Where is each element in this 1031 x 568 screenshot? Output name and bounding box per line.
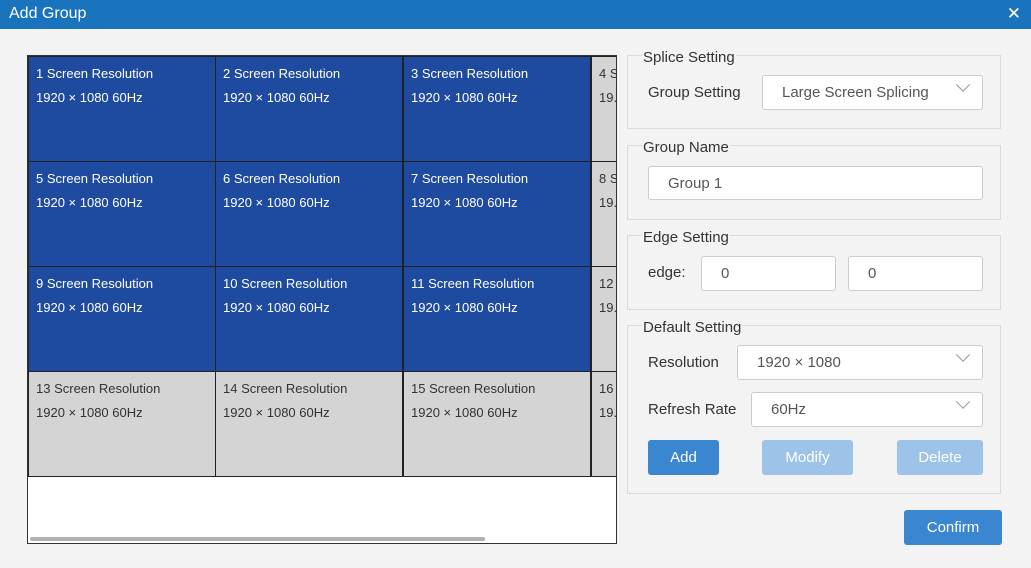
- screen-cell[interactable]: 8 S 19.: [591, 161, 617, 267]
- screen-cell-label: 6 Screen Resolution: [223, 171, 341, 186]
- screen-cell[interactable]: 14 Screen Resolution 1920 × 1080 60Hz: [215, 371, 403, 477]
- screen-cell[interactable]: 10 Screen Resolution 1920 × 1080 60Hz: [215, 266, 403, 372]
- screen-cell-label: 2 Screen Resolution: [223, 66, 341, 81]
- screen-cell-resolution: 1920 × 1080 60Hz: [36, 90, 143, 105]
- screen-cell-resolution: 1920 × 1080 60Hz: [411, 405, 518, 420]
- edge-setting-panel: Edge Setting edge: 0 0: [627, 229, 1001, 310]
- add-button[interactable]: Add: [648, 440, 719, 475]
- resolution-select[interactable]: 1920 × 1080: [737, 345, 983, 380]
- modify-button[interactable]: Modify: [762, 440, 853, 475]
- edge-label: edge:: [648, 264, 686, 281]
- screen-cell-resolution: 19.: [599, 90, 617, 105]
- screen-cell-label: 8 S: [599, 171, 617, 186]
- screen-cell[interactable]: 6 Screen Resolution 1920 × 1080 60Hz: [215, 161, 403, 267]
- screen-cell-label: 7 Screen Resolution: [411, 171, 529, 186]
- screen-cell-label: 14 Screen Resolution: [223, 381, 348, 396]
- screen-cell-resolution: 1920 × 1080 60Hz: [223, 405, 330, 420]
- chevron-down-icon: [955, 77, 971, 92]
- screen-cell[interactable]: 7 Screen Resolution 1920 × 1080 60Hz: [403, 161, 591, 267]
- default-setting-panel: Default Setting Resolution 1920 × 1080 R…: [627, 319, 1001, 494]
- refresh-rate-value: 60Hz: [771, 401, 807, 418]
- edge-setting-legend: Edge Setting: [642, 229, 730, 246]
- screen-cell-resolution: 1920 × 1080 60Hz: [36, 405, 143, 420]
- screen-cell-label: 13 Screen Resolution: [36, 381, 161, 396]
- confirm-button[interactable]: Confirm: [904, 510, 1002, 545]
- default-setting-legend: Default Setting: [642, 319, 743, 336]
- screen-cell-resolution: 19.: [599, 195, 617, 210]
- screen-cell[interactable]: 5 Screen Resolution 1920 × 1080 60Hz: [28, 161, 216, 267]
- screen-cell-label: 9 Screen Resolution: [36, 276, 154, 291]
- screen-cell[interactable]: 15 Screen Resolution 1920 × 1080 60Hz: [403, 371, 591, 477]
- screen-cell[interactable]: 1 Screen Resolution 1920 × 1080 60Hz: [28, 56, 216, 162]
- splice-setting-legend: Splice Setting: [642, 49, 736, 66]
- close-icon[interactable]: ✕: [1007, 4, 1021, 24]
- screen-cell-label: 3 Screen Resolution: [411, 66, 529, 81]
- group-setting-label: Group Setting: [648, 84, 741, 101]
- group-name-input[interactable]: Group 1: [648, 166, 983, 200]
- screen-cell[interactable]: 9 Screen Resolution 1920 × 1080 60Hz: [28, 266, 216, 372]
- group-name-panel: Group Name Group 1: [627, 139, 1001, 220]
- screen-cell-label: 12: [599, 276, 614, 291]
- edge-value-1: 0: [721, 265, 730, 282]
- screen-cell-resolution: 1920 × 1080 60Hz: [223, 300, 330, 315]
- screen-cell-label: 5 Screen Resolution: [36, 171, 154, 186]
- refresh-rate-label: Refresh Rate: [648, 401, 737, 418]
- screen-cell-label: 10 Screen Resolution: [223, 276, 348, 291]
- chevron-down-icon: [955, 394, 971, 409]
- dialog-titlebar: Add Group ✕: [0, 0, 1031, 29]
- screen-cell[interactable]: 12 19.: [591, 266, 617, 372]
- edge-input-2[interactable]: 0: [848, 256, 983, 291]
- screen-cell-label: 1 Screen Resolution: [36, 66, 154, 81]
- edge-input-1[interactable]: 0: [701, 256, 836, 291]
- screen-cell-resolution: 1920 × 1080 60Hz: [223, 195, 330, 210]
- resolution-value: 1920 × 1080: [757, 354, 841, 371]
- screen-cell[interactable]: 13 Screen Resolution 1920 × 1080 60Hz: [28, 371, 216, 477]
- screen-cell-resolution: 1920 × 1080 60Hz: [36, 195, 143, 210]
- screen-cell-resolution: 19.: [599, 300, 617, 315]
- screen-cell-label: 15 Screen Resolution: [411, 381, 536, 396]
- screen-cell-label: 11 Screen Resolution: [411, 276, 535, 291]
- dialog-title: Add Group: [9, 5, 87, 22]
- screen-cell[interactable]: 4 S 19.: [591, 56, 617, 162]
- screen-cell-resolution: 1920 × 1080 60Hz: [223, 90, 330, 105]
- screen-cell-resolution: 1920 × 1080 60Hz: [36, 300, 143, 315]
- horizontal-scrollbar[interactable]: [30, 537, 485, 541]
- screen-cell-resolution: 19.: [599, 405, 617, 420]
- resolution-label: Resolution: [648, 354, 719, 371]
- delete-button[interactable]: Delete: [897, 440, 983, 475]
- screen-cell-resolution: 1920 × 1080 60Hz: [411, 90, 518, 105]
- screen-cell[interactable]: 16 19.: [591, 371, 617, 477]
- screen-cell-label: 16: [599, 381, 614, 396]
- group-name-legend: Group Name: [642, 139, 730, 156]
- screen-grid: 1 Screen Resolution 1920 × 1080 60Hz 2 Scr…: [27, 55, 617, 544]
- screen-cell-label: 4 S: [599, 66, 617, 81]
- screen-cell[interactable]: 11 Screen Resolution 1920 × 1080 60Hz: [403, 266, 591, 372]
- chevron-down-icon: [955, 347, 971, 362]
- screen-cell-resolution: 1920 × 1080 60Hz: [411, 300, 518, 315]
- screen-cell[interactable]: 3 Screen Resolution 1920 × 1080 60Hz: [403, 56, 591, 162]
- splice-setting-panel: Splice Setting Group Setting Large Scree…: [627, 49, 1001, 129]
- group-setting-value: Large Screen Splicing: [782, 84, 929, 101]
- edge-value-2: 0: [868, 265, 877, 282]
- refresh-rate-select[interactable]: 60Hz: [751, 392, 983, 427]
- screen-cell-resolution: 1920 × 1080 60Hz: [411, 195, 518, 210]
- group-name-value: Group 1: [668, 175, 723, 192]
- screen-cell[interactable]: 2 Screen Resolution 1920 × 1080 60Hz: [215, 56, 403, 162]
- group-setting-select[interactable]: Large Screen Splicing: [762, 75, 983, 110]
